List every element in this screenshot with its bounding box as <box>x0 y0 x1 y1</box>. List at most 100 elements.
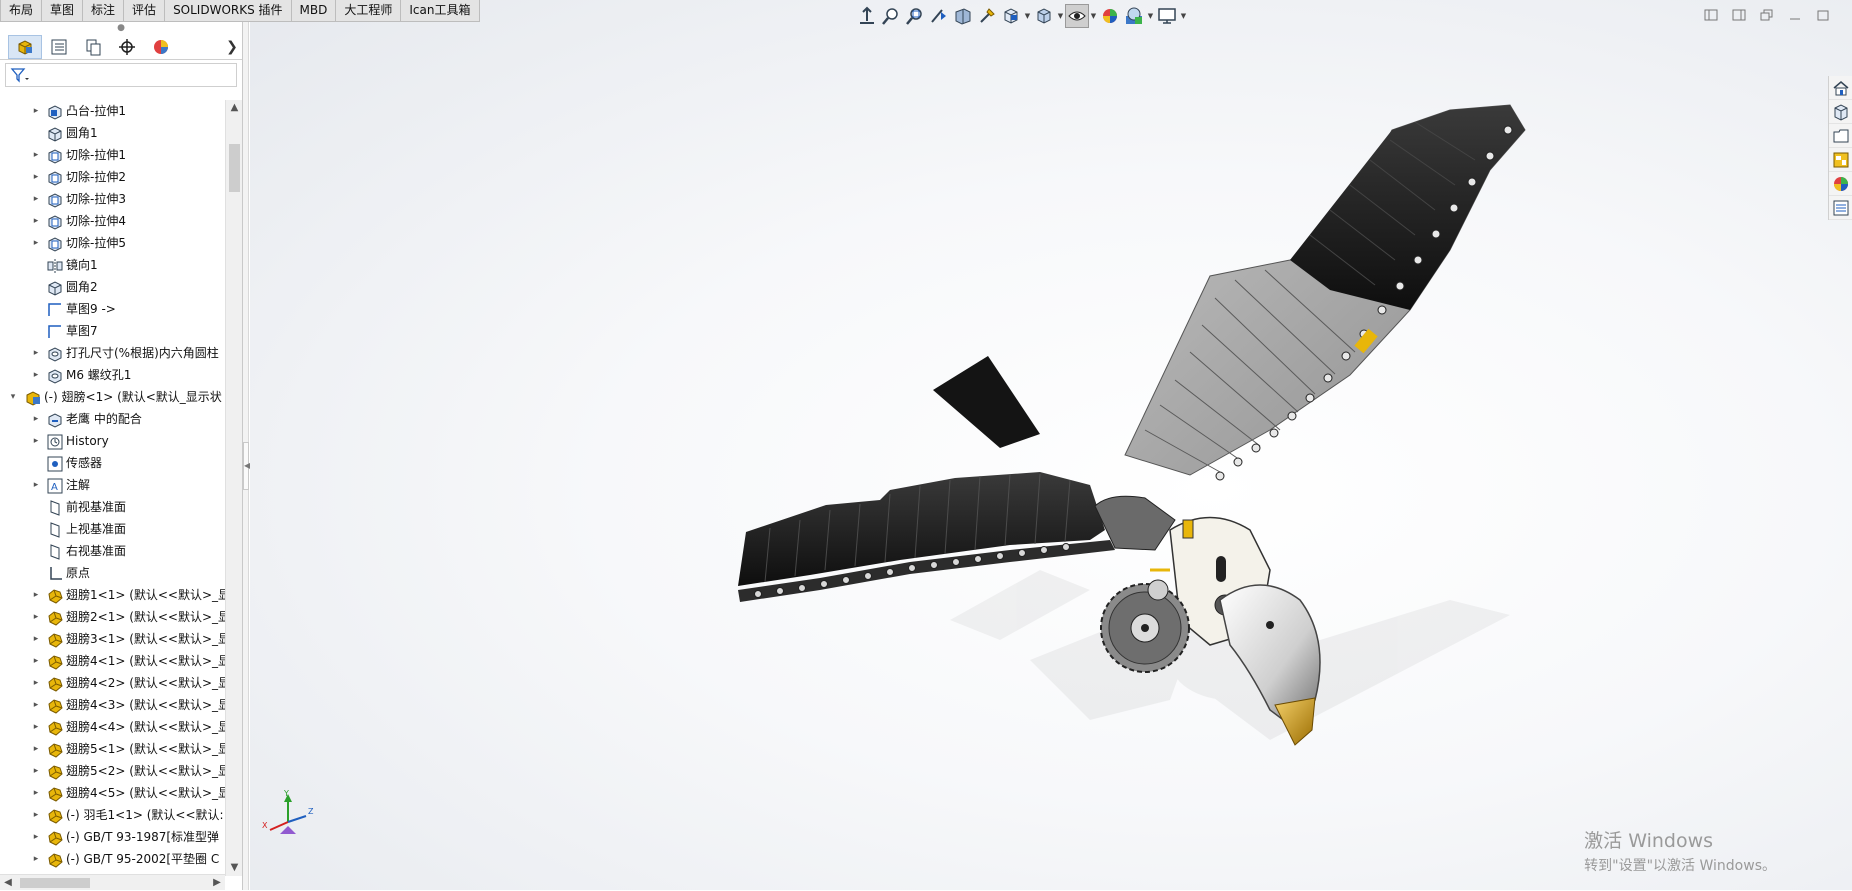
tree-filter-input[interactable] <box>5 63 237 87</box>
tree-row[interactable]: ▸ (-) GB/T 93-1987[标准型弹 <box>0 826 225 848</box>
panel-splitter[interactable]: ◀ <box>243 22 250 890</box>
propertymanager-tab[interactable] <box>42 35 76 59</box>
tree-row[interactable]: ▸ 翅膀4<3> (默认<<默认>_显 <box>0 694 225 716</box>
tree-row[interactable]: ▸ M6 螺纹孔1 <box>0 364 225 386</box>
view-settings-button[interactable] <box>1155 4 1179 28</box>
tree-row[interactable]: ▸ 打孔尺寸(%根据)内六角圆柱 <box>0 342 225 364</box>
featuremanager-tab[interactable] <box>8 34 42 59</box>
graphics-viewport[interactable]: ▼ ▼ ▼ ▼ ▼ Y X Z 激活 Windows 转到"设置"以激活 Win… <box>250 0 1852 890</box>
chevron-right-icon[interactable]: ▸ <box>31 848 41 870</box>
chevron-down-icon[interactable]: ▼ <box>1056 12 1065 20</box>
minimize-button[interactable] <box>1784 6 1806 24</box>
chevron-right-icon[interactable]: ▸ <box>31 364 41 386</box>
view-orientation-dropdown[interactable] <box>999 4 1023 28</box>
tree-vertical-scrollbar[interactable]: ▲ ▼ <box>225 100 242 876</box>
tree-row[interactable]: ▸ 翅膀5<1> (默认<<默认>_显 <box>0 738 225 760</box>
zoom-to-area-button[interactable] <box>903 4 927 28</box>
tree-row[interactable]: 草图7 <box>0 320 225 342</box>
chevron-right-icon[interactable]: ▸ <box>31 760 41 782</box>
tree-row[interactable]: 上视基准面 <box>0 518 225 540</box>
command-tab[interactable]: 评估 <box>123 0 166 22</box>
chevron-down-icon[interactable]: ▼ <box>1146 12 1155 20</box>
chevron-right-icon[interactable]: ▸ <box>31 650 41 672</box>
command-tab[interactable]: 草图 <box>41 0 84 22</box>
chevron-right-icon[interactable]: ▸ <box>31 782 41 804</box>
chevron-right-icon[interactable]: ▸ <box>31 210 41 232</box>
design-library-tab[interactable] <box>1829 100 1852 124</box>
configurationmanager-tab[interactable] <box>76 35 110 59</box>
hide-show-items-button[interactable] <box>1065 4 1089 28</box>
view-orientation-button[interactable] <box>855 4 879 28</box>
chevron-right-icon[interactable]: ▸ <box>31 342 41 364</box>
section-view-button[interactable] <box>951 4 975 28</box>
tree-row[interactable]: ▸ 翅膀4<1> (默认<<默认>_显 <box>0 650 225 672</box>
chevron-right-icon[interactable]: ▸ <box>31 584 41 606</box>
scroll-down-icon[interactable]: ▼ <box>226 860 243 876</box>
tree-row[interactable]: ▸ 翅膀3<1> (默认<<默认>_显 <box>0 628 225 650</box>
edit-appearance-button[interactable] <box>1098 4 1122 28</box>
chevron-right-icon[interactable]: ▸ <box>31 430 41 452</box>
chevron-right-icon[interactable]: ▸ <box>31 672 41 694</box>
chevron-right-icon[interactable]: ▸ <box>31 408 41 430</box>
tree-row[interactable]: ▸ 翅膀4<2> (默认<<默认>_显 <box>0 672 225 694</box>
tree-row[interactable]: ▸ 切除-拉伸2 <box>0 166 225 188</box>
tree-row[interactable]: ▸ 翅膀4<4> (默认<<默认>_显 <box>0 716 225 738</box>
chevron-right-icon[interactable]: ▸ <box>31 628 41 650</box>
tree-row[interactable]: ▸ 切除-拉伸5 <box>0 232 225 254</box>
tree-row[interactable]: 草图9 -> <box>0 298 225 320</box>
tree-row[interactable]: 前视基准面 <box>0 496 225 518</box>
tree-row[interactable]: ▸ 凸台-拉伸1 <box>0 100 225 122</box>
displaymanager-tab[interactable] <box>144 35 178 59</box>
tile-right-button[interactable] <box>1728 6 1750 24</box>
tree-row[interactable]: ▸ 切除-拉伸1 <box>0 144 225 166</box>
tree-row[interactable]: ▸ (-) GB/T 95-2002[平垫圈 C <box>0 848 225 870</box>
chevron-right-icon[interactable]: ▸ <box>31 694 41 716</box>
chevron-right-icon[interactable]: ▸ <box>31 188 41 210</box>
display-style-button[interactable] <box>1032 4 1056 28</box>
tile-left-button[interactable] <box>1700 6 1722 24</box>
tree-row[interactable]: ▸ History <box>0 430 225 452</box>
tree-row[interactable]: 原点 <box>0 562 225 584</box>
command-tab[interactable]: SOLIDWORKS 插件 <box>164 0 292 22</box>
command-tab[interactable]: 标注 <box>82 0 125 22</box>
command-tab[interactable]: Ican工具箱 <box>400 0 480 22</box>
tree-row[interactable]: ▸ 老鹰 中的配合 <box>0 408 225 430</box>
dimxpert-tab[interactable] <box>110 35 144 59</box>
tree-row[interactable]: ▸ A 注解 <box>0 474 225 496</box>
view-palette-tab[interactable] <box>1829 148 1852 172</box>
chevron-down-icon[interactable]: ▼ <box>1179 12 1188 20</box>
command-tab[interactable]: MBD <box>290 0 337 22</box>
scroll-up-icon[interactable]: ▲ <box>226 100 243 116</box>
command-tab[interactable]: 布局 <box>0 0 43 22</box>
chevron-right-icon[interactable]: ▸ <box>31 804 41 826</box>
chevron-right-icon[interactable]: ▸ <box>31 232 41 254</box>
appearances-tab[interactable] <box>1829 172 1852 196</box>
file-explorer-tab[interactable] <box>1829 124 1852 148</box>
solidworks-resources-tab[interactable] <box>1829 76 1852 100</box>
chevron-down-icon[interactable]: ▼ <box>1023 12 1032 20</box>
chevron-right-icon[interactable]: ▸ <box>31 738 41 760</box>
tree-row[interactable]: 圆角1 <box>0 122 225 144</box>
scroll-thumb[interactable] <box>229 144 240 192</box>
chevron-down-icon[interactable]: ▼ <box>1089 12 1098 20</box>
chevron-right-icon[interactable]: ▸ <box>31 166 41 188</box>
custom-properties-tab[interactable] <box>1829 196 1852 220</box>
zoom-to-fit-button[interactable] <box>879 4 903 28</box>
maximize-button[interactable] <box>1812 6 1834 24</box>
tree-horizontal-scrollbar[interactable]: ◀ ▶ <box>0 874 225 890</box>
tree-row[interactable]: ▸ 切除-拉伸3 <box>0 188 225 210</box>
dynamic-annotation-button[interactable] <box>975 4 999 28</box>
tree-row[interactable]: 镜向1 <box>0 254 225 276</box>
tree-row[interactable]: ▸ 翅膀2<1> (默认<<默认>_显 <box>0 606 225 628</box>
chevron-right-icon[interactable]: ▸ <box>31 144 41 166</box>
command-tab[interactable]: 大工程师 <box>335 0 402 22</box>
scroll-right-icon[interactable]: ▶ <box>209 875 225 891</box>
apply-scene-button[interactable] <box>1122 4 1146 28</box>
previous-view-button[interactable] <box>927 4 951 28</box>
tree-row[interactable]: 右视基准面 <box>0 540 225 562</box>
chevron-right-icon[interactable]: ▸ <box>31 474 41 496</box>
restore-button[interactable] <box>1756 6 1778 24</box>
tree-row[interactable]: ▸ 翅膀1<1> (默认<<默认>_显 <box>0 584 225 606</box>
scroll-thumb-horizontal[interactable] <box>20 878 90 888</box>
tree-row[interactable]: 传感器 <box>0 452 225 474</box>
